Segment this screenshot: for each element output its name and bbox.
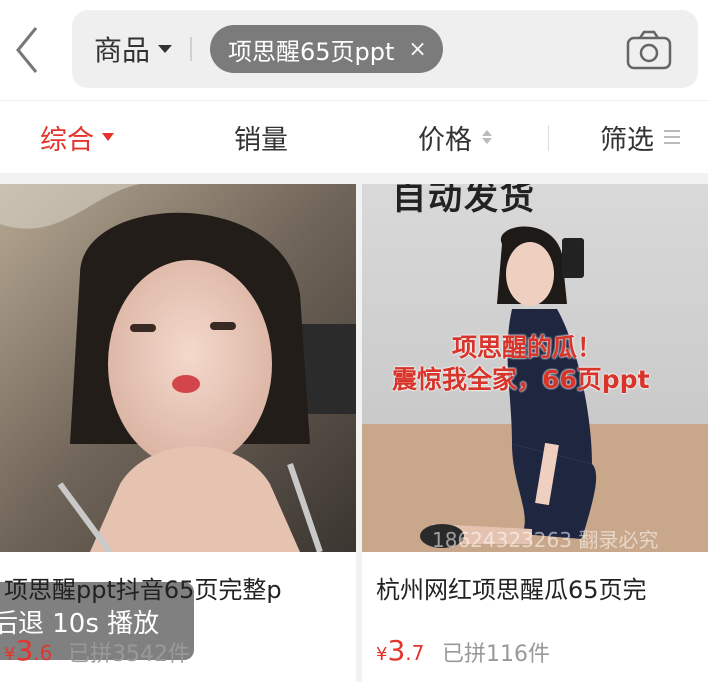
top-bar: 商品 项思醒65页ppt × [0, 0, 708, 100]
price-currency: ¥ [4, 644, 16, 665]
price-dec: .7 [405, 641, 425, 665]
price-int: 3 [387, 634, 406, 667]
product-title[interactable]: 项思醒ppt抖音65页完整p [4, 570, 282, 605]
price-int: 3 [15, 634, 34, 667]
product-card[interactable]: 自动发货 项思醒的瓜！ 震惊我全家，66页ppt 18624323263 翻录必… [362, 184, 708, 682]
tab-sales[interactable]: 销量 [234, 101, 288, 173]
divider [548, 125, 549, 151]
product-image[interactable] [0, 184, 356, 552]
image-caption-top: 自动发货 [392, 184, 536, 218]
query-chip[interactable]: 项思醒65页ppt × [210, 25, 443, 73]
tab-comprehensive[interactable]: 综合 [40, 101, 114, 173]
tab-label: 综合 [40, 124, 94, 156]
sort-arrows-icon [482, 130, 492, 144]
tab-filter[interactable]: 筛选 [600, 101, 680, 173]
image-caption-red: 项思醒的瓜！ [452, 333, 603, 362]
dropdown-caret-icon [102, 133, 114, 141]
product-price: ¥ 3 .6 [4, 634, 52, 667]
dropdown-caret-icon [158, 45, 173, 53]
camera-icon[interactable] [626, 30, 672, 70]
sold-count: 已拼3542件 [68, 642, 190, 667]
tab-label: 筛选 [600, 124, 654, 156]
price-currency: ¥ [376, 644, 388, 665]
back-chevron-icon[interactable] [8, 22, 48, 78]
close-icon[interactable]: × [408, 37, 426, 62]
search-scope-dropdown[interactable]: 商品 [94, 10, 173, 88]
image-watermark: 18624323263 翻录必究 [432, 528, 659, 552]
sort-tabs: 综合 销量 价格 筛选 [0, 100, 708, 173]
query-chip-label: 项思醒65页ppt [228, 37, 395, 66]
price-dec: .6 [33, 641, 53, 665]
tab-label: 销量 [234, 124, 288, 156]
divider [190, 37, 192, 61]
filter-lines-icon [664, 130, 680, 144]
sold-count: 已拼116件 [442, 642, 550, 667]
product-card[interactable]: 后退 10s 播放 项思醒ppt抖音65页完整p ¥ 3 .6 已拼3542件 [0, 184, 356, 682]
product-title[interactable]: 杭州网红项思醒瓜65页完 [376, 570, 647, 605]
search-scope-label: 商品 [94, 34, 151, 67]
tab-price[interactable]: 价格 [418, 101, 492, 173]
search-box[interactable]: 商品 项思醒65页ppt × [72, 10, 698, 88]
product-price: ¥ 3 .7 [376, 634, 424, 667]
product-image[interactable]: 自动发货 项思醒的瓜！ 震惊我全家，66页ppt 18624323263 翻录必… [362, 184, 708, 552]
tab-label: 价格 [418, 124, 472, 156]
image-caption-red: 震惊我全家，66页ppt [392, 365, 650, 394]
